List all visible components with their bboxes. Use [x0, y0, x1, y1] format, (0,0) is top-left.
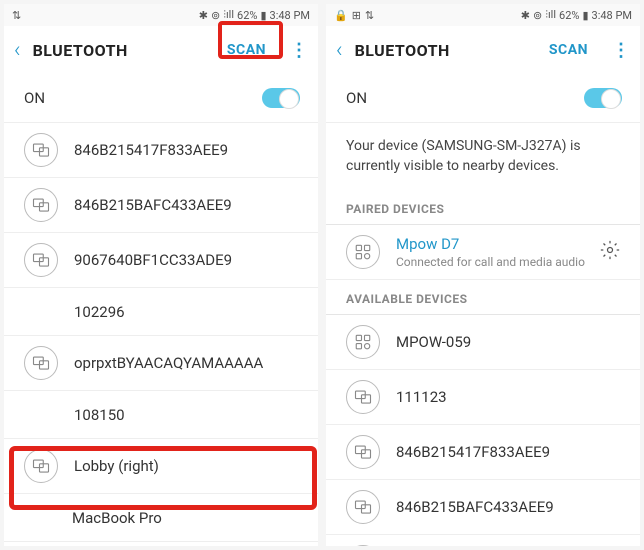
device-row[interactable]: 9067640BF1CC33ADE9: [326, 535, 640, 546]
bluetooth-toggle[interactable]: [262, 88, 300, 108]
on-row: ON: [4, 74, 318, 123]
on-label: ON: [24, 89, 45, 107]
bluetooth-icon: ✱: [199, 9, 208, 22]
phone-left: ⇅ ✱ ⊚ ⫶ıll 62% ▮ 3:48 PM ‹ BLUETOOTH SCA…: [4, 4, 318, 546]
paired-header: PAIRED DEVICES: [326, 190, 640, 225]
clock: 3:48 PM: [592, 9, 632, 22]
device-row[interactable]: 846B215417F833AEE9: [4, 123, 318, 178]
device-name: oprpxtBYAACAQYAMAAAAA: [74, 354, 263, 372]
device-name: 108150: [74, 406, 125, 424]
device-name: 102296: [74, 303, 125, 321]
sync-icon: ⇅: [365, 9, 374, 22]
device-icon: [346, 380, 380, 414]
window-icon: ⊞: [352, 9, 361, 22]
device-icon: [24, 449, 58, 483]
page-title: BLUETOOTH: [33, 41, 128, 60]
device-name: Lobby (right): [74, 457, 159, 475]
wifi-icon: ⊚: [211, 9, 220, 22]
device-row[interactable]: Mpow D7Pairing...: [4, 542, 318, 546]
lock-icon: 🔒: [334, 9, 348, 22]
device-name: 846B215BAFC433AEE9: [396, 498, 554, 516]
more-icon[interactable]: ⋮: [290, 40, 308, 61]
device-row[interactable]: MacBook Pro: [4, 494, 318, 542]
device-icon: [24, 346, 58, 380]
device-row[interactable]: 846B215BAFC433AEE9: [4, 178, 318, 233]
back-icon[interactable]: ‹: [336, 38, 343, 63]
device-row[interactable]: 846B215417F833AEE9: [326, 425, 640, 480]
device-list: MPOW-059 111123 846B215417F833AEE9 846B215B…: [326, 315, 640, 546]
bluetooth-icon: ✱: [521, 9, 530, 22]
scan-button[interactable]: SCAN: [227, 42, 266, 58]
on-label: ON: [346, 89, 367, 107]
page-title: BLUETOOTH: [355, 41, 450, 60]
device-row[interactable]: oprpxtBYAACAQYAMAAAAA: [4, 336, 318, 391]
scan-button[interactable]: SCAN: [549, 42, 588, 58]
device-icon: [346, 435, 380, 469]
device-row[interactable]: 108150: [4, 391, 318, 439]
device-name: 846B215BAFC433AEE9: [74, 196, 232, 214]
bluetooth-toggle[interactable]: [584, 88, 622, 108]
status-bar: ⇅ ✱ ⊚ ⫶ıll 62% ▮ 3:48 PM: [4, 4, 318, 26]
device-row[interactable]: 102296: [4, 288, 318, 336]
device-name: 111123: [396, 388, 447, 406]
headset-icon: [346, 235, 380, 269]
device-icon: [24, 243, 58, 277]
clock: 3:48 PM: [270, 9, 310, 22]
signal-icon: ⫶ıll: [545, 8, 556, 22]
header: ‹ BLUETOOTH SCAN ⋮: [4, 26, 318, 74]
device-name: 9067640BF1CC33ADE9: [74, 251, 232, 269]
device-icon: [346, 490, 380, 524]
battery-icon: ▮: [582, 9, 588, 22]
signal-icon: ⫶ıll: [223, 8, 234, 22]
wifi-icon: ⊚: [533, 9, 542, 22]
status-bar: 🔒 ⊞ ⇅ ✱ ⊚ ⫶ıll 62% ▮ 3:48 PM: [326, 4, 640, 26]
device-row[interactable]: Lobby (right): [4, 439, 318, 494]
back-icon[interactable]: ‹: [14, 38, 21, 63]
device-row[interactable]: MPOW-059: [326, 315, 640, 370]
available-header: AVAILABLE DEVICES: [326, 280, 640, 315]
visibility-info: Your device (SAMSUNG-SM-J327A) is curren…: [326, 123, 640, 190]
more-icon[interactable]: ⋮: [612, 40, 630, 61]
battery-percent: 62%: [559, 9, 579, 22]
device-name: MPOW-059: [396, 333, 471, 351]
battery-icon: ▮: [260, 9, 266, 22]
device-icon: [24, 188, 58, 222]
device-row[interactable]: 111123: [326, 370, 640, 425]
device-icon: [346, 325, 380, 359]
phone-right: 🔒 ⊞ ⇅ ✱ ⊚ ⫶ıll 62% ▮ 3:48 PM ‹ BLUETOOTH…: [326, 4, 640, 546]
header: ‹ BLUETOOTH SCAN ⋮: [326, 26, 640, 74]
paired-device[interactable]: Mpow D7 Connected for call and media aud…: [326, 225, 640, 280]
device-row[interactable]: 846B215BAFC433AEE9: [326, 480, 640, 535]
device-status: Connected for call and media audio: [396, 255, 585, 269]
gear-icon[interactable]: [600, 240, 620, 264]
device-name: 846B215417F833AEE9: [74, 141, 228, 159]
device-row[interactable]: 9067640BF1CC33ADE9: [4, 233, 318, 288]
sync-icon: ⇅: [12, 9, 21, 22]
on-row: ON: [326, 74, 640, 123]
device-icon: [346, 545, 380, 546]
device-icon: [24, 133, 58, 167]
device-list: 846B215417F833AEE9 846B215BAFC433AEE9 9067…: [4, 123, 318, 546]
battery-percent: 62%: [237, 9, 257, 22]
device-name: 846B215417F833AEE9: [396, 443, 550, 461]
device-name: Mpow D7: [396, 235, 585, 253]
device-name: MacBook Pro: [72, 509, 162, 527]
